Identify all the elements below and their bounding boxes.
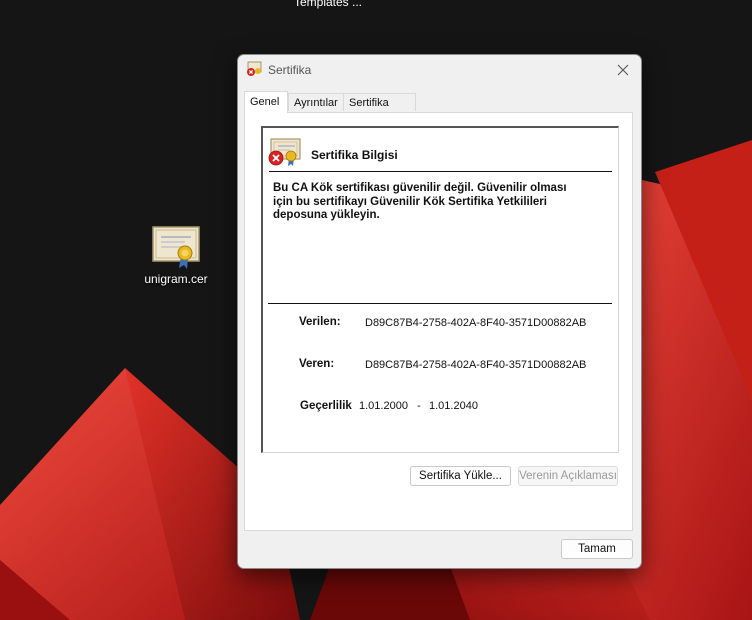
general-tab-panel: Sertifika Bilgisi Bu CA Kök sertifikası … [244,112,633,531]
issued-to-value: D89C87B4-2758-402A-8F40-3571D00882AB [365,317,587,329]
validity-to: 1.01.2040 [429,400,478,412]
certificate-dialog: Sertifika Genel Ayrıntılar Sertifika Yol… [237,54,642,569]
certificate-file-icon [152,226,200,269]
issued-by-label: Veren: [299,358,335,370]
close-icon[interactable] [613,60,633,80]
issued-by-value: D89C87B4-2758-402A-8F40-3571D00882AB [365,359,587,371]
tab-certification-path[interactable]: Sertifika Yolu [343,93,416,127]
desktop-file-label: unigram.cer [144,272,208,286]
issuer-statement-button[interactable]: Verenin Açıklaması [518,466,618,486]
certificate-info-box: Sertifika Bilgisi Bu CA Kök sertifikası … [261,126,619,453]
dialog-titlebar[interactable]: Sertifika [238,55,641,85]
install-certificate-button[interactable]: Sertifika Yükle... [410,466,511,486]
desktop-folder-label[interactable]: Templates ... [278,0,378,9]
ok-button[interactable]: Tamam [561,539,633,559]
validity-label: Geçerlilik [300,400,352,412]
tab-general[interactable]: Genel [244,91,288,113]
desktop-file-unigram-cer[interactable]: unigram.cer [136,224,216,286]
certificate-error-icon [247,61,262,76]
validity-dash: - [417,400,421,412]
info-heading: Sertifika Bilgisi [311,148,398,162]
trust-warning-text: Bu CA Kök sertifikası güvenilir değil. G… [273,182,567,221]
validity-from: 1.01.2000 [359,400,408,412]
divider [268,303,612,304]
certificate-error-icon [268,138,301,166]
divider [269,171,612,172]
tab-details[interactable]: Ayrıntılar [288,93,344,111]
issued-to-label: Verilen: [299,316,341,328]
dialog-title: Sertifika [268,63,312,77]
